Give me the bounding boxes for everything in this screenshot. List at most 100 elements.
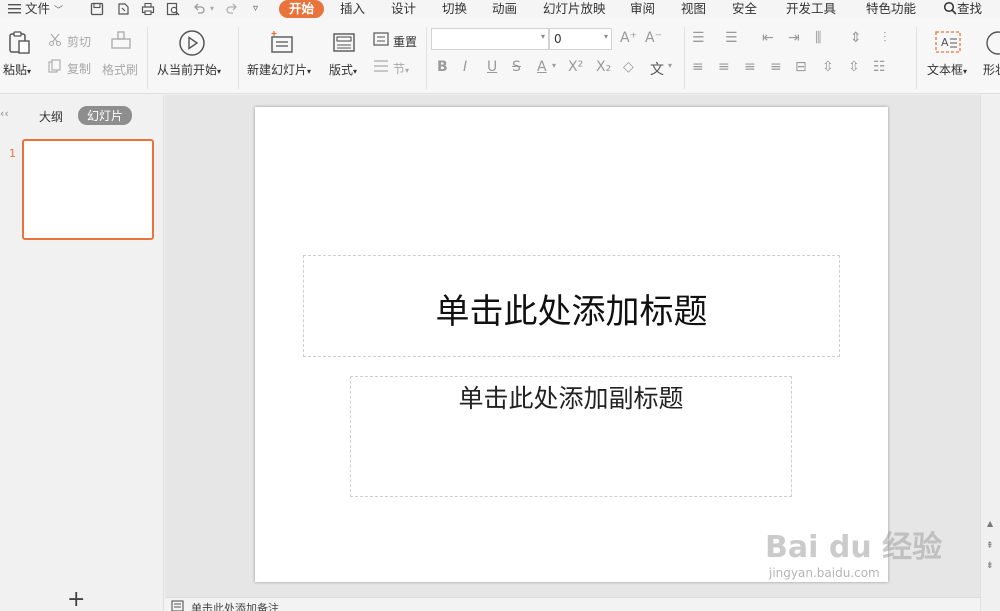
subtitle-placeholder-text: 单击此处添加副标题 [458, 384, 684, 413]
bullet-list-icon[interactable]: ☰ [692, 30, 705, 46]
copy-button[interactable]: 复制 [67, 60, 91, 77]
ribbon-divider [238, 27, 239, 89]
tab-developer[interactable]: 开发工具 [786, 0, 836, 19]
tab-home[interactable]: 开始 [279, 0, 325, 18]
strikethrough-icon[interactable]: S [512, 59, 521, 75]
collapse-pane-icon[interactable]: ‹‹ [0, 107, 9, 120]
chevron-down-icon: ﹀ [53, 6, 63, 16]
align-center-icon[interactable]: ≡ [718, 59, 730, 75]
tab-view[interactable]: 视图 [681, 0, 706, 19]
undo-icon[interactable] [192, 2, 206, 16]
save-icon[interactable] [90, 2, 104, 16]
paragraph-settings-icon[interactable]: ☷ [873, 59, 886, 75]
bold-icon[interactable]: B [437, 59, 448, 75]
font-size-field[interactable]: 0 ▾ [549, 28, 612, 50]
line-spacing-icon[interactable]: ⇳ [822, 59, 834, 75]
tab-animation[interactable]: 动画 [492, 0, 517, 19]
text-direction-icon[interactable]: ⇕ [850, 30, 862, 46]
new-slide-button[interactable]: 新建幻灯片▾ [247, 61, 311, 78]
clear-format-icon[interactable]: ◇ [623, 59, 634, 75]
shape-button[interactable]: 形状 [983, 61, 1000, 78]
customize-toolbar-icon[interactable]: ▿ [253, 0, 258, 19]
format-painter-button[interactable]: 格式刷 [102, 61, 138, 78]
distribute-icon[interactable]: ⊟ [795, 59, 807, 75]
layout-button[interactable]: 版式▾ [329, 61, 357, 78]
play-icon [179, 30, 205, 56]
output-icon[interactable] [116, 2, 130, 16]
file-menu[interactable]: 文件 ﹀ [8, 0, 63, 19]
tab-slideshow[interactable]: 幻灯片放映 [543, 0, 606, 19]
font-family-field[interactable]: ▾ [431, 28, 549, 50]
slide-thumbnail[interactable] [22, 139, 154, 240]
subtitle-placeholder[interactable]: 单击此处添加副标题 [350, 376, 792, 497]
chevron-down-icon: ▾ [603, 32, 608, 41]
slide-navigation-pane: ‹‹ 大纲 幻灯片 1 + [0, 95, 164, 611]
from-current-button[interactable]: 从当前开始▾ [157, 61, 221, 78]
font-color-icon[interactable]: A [537, 59, 547, 75]
watermark-brand: Bai du 经验 [765, 530, 943, 565]
tab-insert[interactable]: 插入 [340, 0, 365, 19]
tab-review[interactable]: 审阅 [630, 0, 655, 19]
new-slide-icon [271, 31, 293, 53]
text-columns-icon[interactable]: ⫼ [815, 30, 821, 46]
format-painter-icon [111, 31, 131, 49]
text-box-icon: A [935, 31, 961, 53]
section-button[interactable]: 节▾ [393, 60, 409, 77]
justify-icon[interactable]: ≡ [770, 59, 782, 75]
new-slide-label: 新建幻灯片 [247, 63, 308, 77]
next-slide-icon[interactable]: ⇟ [986, 561, 994, 571]
align-right-icon[interactable]: ≡ [744, 59, 756, 75]
numbered-list-icon[interactable]: ☰ [725, 30, 738, 46]
tab-slides[interactable]: 幻灯片 [78, 106, 133, 125]
section-label: 节 [393, 62, 406, 76]
italic-icon[interactable]: I [463, 59, 467, 75]
redo-icon[interactable] [225, 2, 239, 16]
tab-special-features[interactable]: 特色功能 [866, 0, 916, 19]
paragraph-spacing-icon[interactable]: ⇳ [848, 59, 860, 75]
undo-dropdown-icon[interactable]: ▾ [210, 0, 214, 19]
watermark-url: jingyan.baidu.com [769, 566, 880, 580]
superscript-icon[interactable]: X² [568, 59, 583, 75]
underline-icon[interactable]: U [487, 59, 497, 75]
layout-icon [333, 33, 355, 52]
text-box-button[interactable]: 文本框▾ [927, 61, 967, 78]
font-size-value: 0 [554, 32, 562, 46]
print-icon[interactable] [141, 2, 155, 16]
decrease-font-icon[interactable]: A⁻ [645, 30, 662, 46]
chevron-down-icon[interactable]: ▾ [552, 61, 556, 70]
notes-placeholder[interactable]: 单击此处添加备注 [191, 600, 279, 611]
decrease-indent-icon[interactable]: ⇤ [762, 30, 774, 46]
subscript-icon[interactable]: X₂ [596, 59, 611, 75]
scroll-up-arrow-icon[interactable]: ▲ [987, 519, 993, 528]
layout-label: 版式 [329, 63, 354, 77]
align-left-icon[interactable]: ≡ [692, 59, 704, 75]
tab-outline[interactable]: 大纲 [39, 108, 63, 125]
ribbon-divider [426, 27, 427, 89]
menu-bar: 文件 ﹀ ▾ ▿ 开始 插入 设计 切换 动画 幻灯片放映 审阅 视图 安全 开… [0, 0, 1000, 19]
text-align-icon[interactable]: ⫶ [883, 30, 887, 46]
search-button[interactable]: 查找 [943, 0, 982, 19]
shape-icon [986, 31, 1000, 55]
tab-transition[interactable]: 切换 [442, 0, 467, 19]
chevron-down-icon: ▾ [540, 32, 545, 41]
paste-button[interactable]: 粘贴▾ [3, 61, 31, 78]
slide[interactable]: 单击此处添加标题 单击此处添加副标题 [255, 107, 888, 582]
cut-button[interactable]: 剪切 [67, 33, 91, 50]
copy-icon [48, 59, 61, 73]
reset-button[interactable]: 重置 [393, 33, 417, 50]
tab-security[interactable]: 安全 [732, 0, 757, 19]
increase-indent-icon[interactable]: ⇥ [788, 30, 800, 46]
vertical-scrollbar[interactable]: ▲ ⇞ ⇟ [980, 95, 1000, 611]
add-slide-button[interactable]: + [67, 589, 85, 611]
chevron-down-icon[interactable]: ▾ [668, 61, 672, 70]
search-label: 查找 [957, 1, 983, 16]
increase-font-icon[interactable]: A⁺ [620, 30, 637, 46]
tab-design[interactable]: 设计 [391, 0, 416, 19]
paste-icon[interactable] [7, 30, 33, 56]
phonetic-guide-icon[interactable]: 文 [650, 59, 664, 79]
notes-pane[interactable]: 单击此处添加备注 [165, 597, 980, 611]
notes-icon [171, 600, 184, 611]
print-preview-icon[interactable] [166, 2, 180, 16]
title-placeholder[interactable]: 单击此处添加标题 [303, 255, 840, 357]
previous-slide-icon[interactable]: ⇞ [986, 541, 994, 551]
